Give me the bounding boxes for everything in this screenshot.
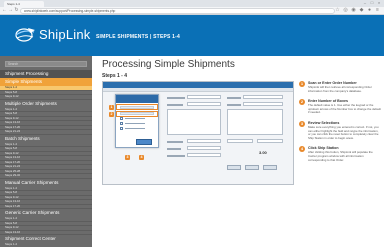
embedded-total-value: 3.00 xyxy=(259,150,267,155)
globe-logo-icon xyxy=(15,28,35,42)
step-description: Make sure everything you entered is corr… xyxy=(308,124,379,140)
embedded-form-field xyxy=(187,102,221,106)
embedded-form-label xyxy=(167,97,185,99)
back-icon[interactable]: ← xyxy=(2,8,7,13)
embedded-form-field xyxy=(187,153,221,157)
url-input[interactable]: www.shiplinkweb.com/support/Processing-s… xyxy=(20,8,335,14)
embedded-form-field xyxy=(187,139,221,143)
embedded-ship-panel xyxy=(115,94,159,148)
embedded-form-label xyxy=(227,104,241,106)
shiplink-logo[interactable]: ShipLink xyxy=(14,26,90,42)
embedded-form-label xyxy=(167,148,181,150)
sidebar-section-header[interactable]: Manual Carrier Shipments xyxy=(0,179,92,187)
embedded-checkbox-row xyxy=(120,117,154,120)
embedded-reset-button xyxy=(227,165,241,170)
search-input[interactable]: Search xyxy=(5,61,87,67)
embedded-panel-header xyxy=(116,95,158,103)
callout-3: 3 xyxy=(125,155,130,160)
star-icon[interactable]: ☆ xyxy=(335,8,340,13)
sidebar-section-header[interactable]: Batch Shipments xyxy=(0,135,92,143)
extension-icon[interactable]: ◎ xyxy=(343,8,348,13)
embedded-menu-bar xyxy=(103,88,293,92)
sidebar-section-header[interactable]: Multiple Order Shipments xyxy=(0,100,92,108)
steps-label: Steps 1 - 4 xyxy=(102,73,128,79)
step-description: The default value is 1. Use either the k… xyxy=(308,103,381,115)
steps-list: 1 Scan or Enter Order Number ShipLink will… xyxy=(299,81,381,168)
embedded-form-field xyxy=(187,146,221,150)
step-number-badge: 3 xyxy=(299,120,305,127)
close-icon[interactable]: × xyxy=(377,1,381,5)
sidebar-item[interactable]: Steps 1-4 xyxy=(0,243,92,247)
extension-icon[interactable]: ◆ xyxy=(359,8,364,13)
embedded-form-label xyxy=(167,155,185,157)
browser-tab-bar: Steps 1-4 – □ × xyxy=(0,0,384,7)
step-number-badge: 1 xyxy=(299,81,305,87)
step-description: ShipLink will then retrieve all correspo… xyxy=(308,85,372,93)
embedded-print-button xyxy=(245,165,259,170)
embedded-form-field xyxy=(227,139,253,143)
main-content: Processing Simple Shipments Steps 1 - 4 xyxy=(92,56,384,247)
forward-icon[interactable]: → xyxy=(8,8,13,13)
extension-icon[interactable]: ● xyxy=(367,8,372,13)
window-controls: – □ × xyxy=(363,1,381,5)
reload-icon[interactable]: ↻ xyxy=(14,8,19,13)
sidebar: Search Shipment Processing Simple Shipmen… xyxy=(0,56,92,247)
embedded-screenshot: 3.00 1 2 3 4 xyxy=(102,81,294,185)
minimize-icon[interactable]: – xyxy=(363,1,367,5)
embedded-form-label xyxy=(167,104,183,106)
page-title: Processing Simple Shipments xyxy=(102,59,235,70)
embedded-form-field xyxy=(243,102,283,106)
embedded-order-form: 3.00 xyxy=(167,95,285,179)
step-item: 2 Enter Number of Boxes The default value … xyxy=(299,99,381,115)
page-heading: SIMPLE SHIPMENTS | STEPS 1-4 xyxy=(96,34,180,40)
step-item: 1 Scan or Enter Order Number ShipLink will… xyxy=(299,81,381,93)
address-bar-row: ← → ↻ www.shiplinkweb.com/support/Proces… xyxy=(0,7,384,15)
embedded-form-label xyxy=(227,97,241,99)
embedded-items-grid xyxy=(227,109,283,135)
step-item: 3 Review Selections Make sure everything y… xyxy=(299,120,381,140)
embedded-form-label xyxy=(167,141,183,143)
menu-icon[interactable]: ≡ xyxy=(375,8,380,13)
sidebar-section-header[interactable]: Simple Shipments xyxy=(0,78,92,86)
embedded-checkbox-row xyxy=(120,122,154,125)
step-item: 4 Click Ship Station After clicking this b… xyxy=(299,146,381,162)
callout-1: 1 xyxy=(109,105,114,110)
callout-2: 2 xyxy=(109,112,114,117)
maximize-icon[interactable]: □ xyxy=(370,1,374,5)
callout-box-2 xyxy=(116,111,158,117)
callout-4: 4 xyxy=(139,155,144,160)
browser-extension-icons: ☆ ◎ ◉ ◆ ● ≡ xyxy=(335,8,380,13)
step-number-badge: 4 xyxy=(299,146,305,153)
step-description: After clicking this button, ShipLink wil… xyxy=(308,150,373,162)
embedded-address-grid xyxy=(167,109,221,135)
embedded-ship-button xyxy=(136,139,152,145)
step-number-badge: 2 xyxy=(299,99,305,106)
embedded-ship-station-button xyxy=(263,165,277,170)
sidebar-section-header[interactable]: Generic Carrier Shipments xyxy=(0,209,92,217)
embedded-form-field xyxy=(257,139,283,143)
logo-text: ShipLink xyxy=(39,26,91,42)
sidebar-section-header[interactable]: Shipment Correct Center xyxy=(0,235,92,243)
callout-box-1 xyxy=(116,104,158,110)
extension-icon[interactable]: ◉ xyxy=(351,8,356,13)
embedded-form-field xyxy=(187,95,221,99)
app-header: ShipLink SIMPLE SHIPMENTS | STEPS 1-4 xyxy=(0,15,384,56)
embedded-form-field xyxy=(243,95,283,99)
sidebar-section-header[interactable]: Shipment Processing xyxy=(0,70,92,78)
sidebar-nav: Shipment Processing Simple Shipments Steps… xyxy=(0,70,92,247)
embedded-checkbox-row xyxy=(120,127,154,130)
